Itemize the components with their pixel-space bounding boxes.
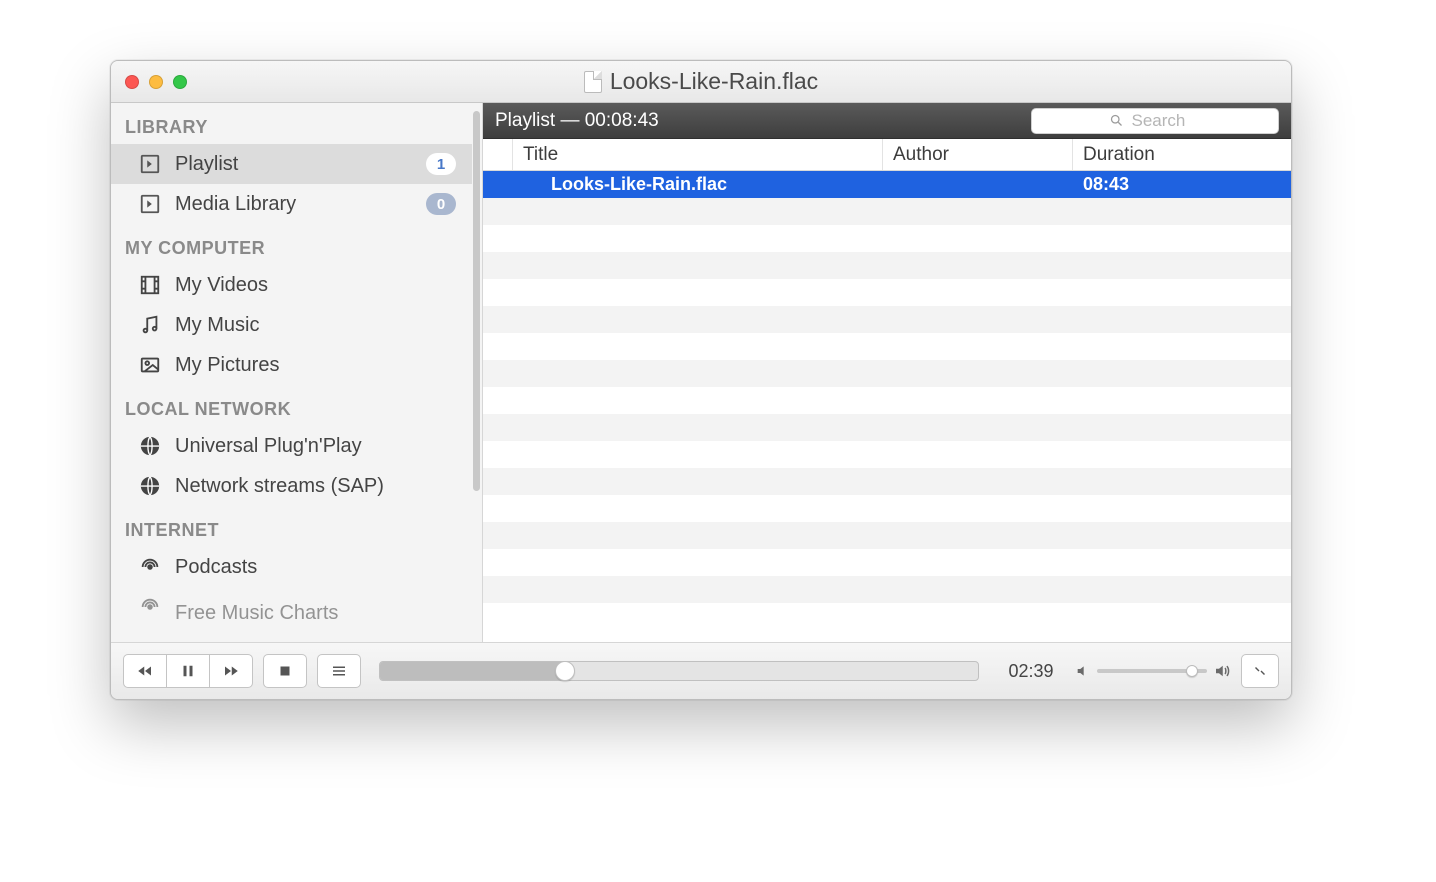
table-row (483, 495, 1291, 522)
sidebar-badge: 0 (426, 193, 456, 215)
sidebar-section-my-computer: MY COMPUTER (111, 224, 472, 265)
sidebar-item-upnp[interactable]: Universal Plug'n'Play (111, 426, 472, 466)
close-window-button[interactable] (125, 75, 139, 89)
volume-control (1075, 662, 1231, 680)
sidebar-item-my-pictures[interactable]: My Pictures (111, 345, 472, 385)
table-row[interactable]: Looks-Like-Rain.flac 08:43 (483, 171, 1291, 198)
table-row (483, 198, 1291, 225)
titlebar: Looks-Like-Rain.flac (111, 61, 1291, 103)
seek-fill (380, 662, 565, 680)
next-button[interactable] (209, 654, 253, 688)
playlist-toggle-button[interactable] (317, 654, 361, 688)
sidebar-item-podcasts[interactable]: Podcasts (111, 547, 472, 587)
search-field[interactable] (1031, 108, 1279, 134)
table-body: Looks-Like-Rain.flac 08:43 (483, 171, 1291, 642)
fullscreen-button[interactable] (1241, 654, 1279, 688)
table-row (483, 225, 1291, 252)
table-row (483, 414, 1291, 441)
table-row (483, 522, 1291, 549)
table-row (483, 387, 1291, 414)
cell-duration: 08:43 (1073, 174, 1291, 195)
sidebar-item-sap[interactable]: Network streams (SAP) (111, 466, 472, 506)
sidebar-scrollbar[interactable] (473, 111, 480, 491)
table-row (483, 333, 1291, 360)
podcast-icon (139, 556, 161, 578)
table-row (483, 279, 1291, 306)
column-author[interactable]: Author (883, 139, 1073, 170)
seek-knob[interactable] (555, 661, 575, 681)
volume-knob[interactable] (1186, 665, 1198, 677)
sidebar-item-label: Podcasts (175, 556, 456, 579)
network-icon (139, 435, 161, 457)
pictures-icon (139, 354, 161, 376)
control-bar: 02:39 (111, 643, 1291, 699)
zoom-window-button[interactable] (173, 75, 187, 89)
stop-button[interactable] (263, 654, 307, 688)
volume-slider[interactable] (1097, 669, 1207, 673)
transport-group (123, 654, 253, 688)
column-spacer[interactable] (483, 139, 513, 170)
sidebar-item-label: My Pictures (175, 354, 456, 377)
table-header: Title Author Duration (483, 139, 1291, 171)
window-body: LIBRARY Playlist 1 Media Library 0 MY CO… (111, 103, 1291, 643)
sidebar-item-playlist[interactable]: Playlist 1 (111, 144, 472, 184)
sidebar-item-label: Media Library (175, 193, 412, 216)
table-row (483, 441, 1291, 468)
column-duration[interactable]: Duration (1073, 139, 1291, 170)
sidebar-section-internet: INTERNET (111, 506, 472, 547)
main-pane: Playlist — 00:08:43 Title Author Duratio… (483, 103, 1291, 642)
volume-low-icon (1075, 663, 1091, 679)
minimize-window-button[interactable] (149, 75, 163, 89)
table-row (483, 306, 1291, 333)
sidebar-item-label: Playlist (175, 153, 412, 176)
table-row (483, 360, 1291, 387)
table-row (483, 549, 1291, 576)
playlist-header: Playlist — 00:08:43 (483, 103, 1291, 139)
sidebar-item-label: Universal Plug'n'Play (175, 435, 456, 458)
window-title: Looks-Like-Rain.flac (610, 68, 818, 95)
search-input[interactable] (1132, 111, 1202, 131)
sidebar-badge: 1 (426, 153, 456, 175)
table-row (483, 468, 1291, 495)
sidebar-section-local-network: LOCAL NETWORK (111, 385, 472, 426)
media-library-icon (139, 193, 161, 215)
sidebar-item-my-music[interactable]: My Music (111, 305, 472, 345)
sidebar: LIBRARY Playlist 1 Media Library 0 MY CO… (111, 103, 483, 642)
sidebar-item-my-videos[interactable]: My Videos (111, 265, 472, 305)
sidebar-item-label: My Music (175, 314, 456, 337)
previous-button[interactable] (123, 654, 167, 688)
music-icon (139, 314, 161, 336)
traffic-lights (125, 75, 187, 89)
sidebar-item-label: Free Music Charts (175, 602, 456, 625)
document-icon (584, 71, 602, 93)
column-title[interactable]: Title (513, 139, 883, 170)
sidebar-item-label: My Videos (175, 274, 456, 297)
network-icon (139, 475, 161, 497)
app-window: Looks-Like-Rain.flac LIBRARY Playlist 1 (110, 60, 1292, 700)
playlist-header-label: Playlist — 00:08:43 (495, 110, 1017, 132)
cell-title: Looks-Like-Rain.flac (513, 174, 883, 195)
seek-bar[interactable] (379, 661, 979, 681)
pause-button[interactable] (166, 654, 210, 688)
playlist-icon (139, 153, 161, 175)
search-icon (1109, 113, 1124, 128)
current-time: 02:39 (997, 661, 1065, 682)
table-row (483, 576, 1291, 603)
sidebar-item-label: Network streams (SAP) (175, 475, 456, 498)
sidebar-item-media-library[interactable]: Media Library 0 (111, 184, 472, 224)
podcast-icon (139, 596, 161, 618)
film-icon (139, 274, 161, 296)
table-row (483, 252, 1291, 279)
volume-high-icon (1213, 662, 1231, 680)
sidebar-section-library: LIBRARY (111, 103, 472, 144)
sidebar-item-free-music-charts[interactable]: Free Music Charts (111, 587, 472, 627)
